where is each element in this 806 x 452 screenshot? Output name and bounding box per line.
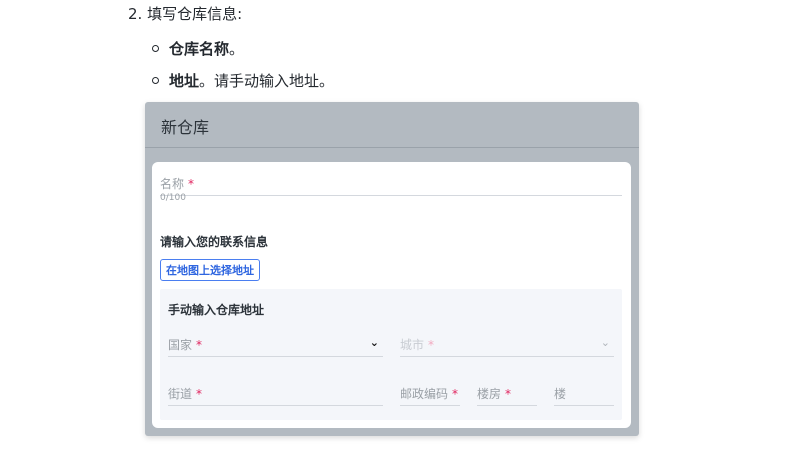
name-label: 名称 — [160, 177, 185, 191]
street-label: 街道 — [168, 387, 193, 401]
city-label: 城市 — [400, 338, 425, 352]
bullet-text: 。请手动输入地址。 — [199, 72, 335, 90]
form-card: 名称 * 0/100 请输入您的联系信息 在地图上选择地址 手动输入仓库地址 国家… — [152, 162, 631, 428]
bullet-bold: 仓库名称 — [169, 40, 230, 58]
new-warehouse-dialog: 新仓库 名称 * 0/100 请输入您的联系信息 在地图上选择地址 手动输入仓库地… — [145, 102, 639, 436]
country-select[interactable]: 国家 * ⌄ — [168, 336, 383, 357]
country-label: 国家 — [168, 338, 193, 352]
name-counter: 0/100 — [160, 193, 186, 203]
required-mark: * — [196, 387, 203, 401]
dialog-title: 新仓库 — [161, 118, 210, 137]
city-select[interactable]: 城市 * ⌄ — [400, 336, 614, 357]
bullet-bold: 地址 — [169, 72, 200, 90]
chevron-down-icon: ⌄ — [600, 336, 610, 349]
required-mark: * — [428, 338, 435, 352]
step-text: 2. 填写仓库信息: — [128, 5, 243, 23]
required-mark: * — [196, 338, 203, 352]
building-input[interactable]: 楼房 * — [477, 385, 537, 406]
divider — [145, 147, 639, 148]
bullet-text: 。 — [229, 40, 245, 58]
manual-heading: 手动输入仓库地址 — [168, 303, 265, 317]
required-mark: * — [188, 177, 195, 191]
bullet-warehouse-name: 仓库名称。 — [152, 38, 244, 59]
manual-address-section: 手动输入仓库地址 国家 * ⌄ 城市 * ⌄ 街道 * 邮政编码 * 楼房 * 楼 — [160, 289, 622, 420]
contact-heading: 请输入您的联系信息 — [160, 235, 269, 249]
floor-label: 楼 — [554, 387, 567, 401]
floor-input[interactable]: 楼 — [554, 385, 614, 406]
bullet-address: 地址 。请手动输入地址。 — [152, 70, 334, 91]
bullet-icon — [152, 77, 159, 84]
building-label: 楼房 — [477, 387, 502, 401]
required-mark: * — [505, 387, 512, 401]
required-mark: * — [452, 387, 459, 401]
name-input[interactable]: 名称 * — [160, 175, 622, 196]
select-on-map-button[interactable]: 在地图上选择地址 — [160, 259, 260, 281]
postal-code-input[interactable]: 邮政编码 * — [400, 385, 460, 406]
postal-label: 邮政编码 — [400, 387, 449, 401]
street-input[interactable]: 街道 * — [168, 385, 383, 406]
chevron-down-icon: ⌄ — [369, 336, 379, 349]
bullet-icon — [152, 45, 159, 52]
